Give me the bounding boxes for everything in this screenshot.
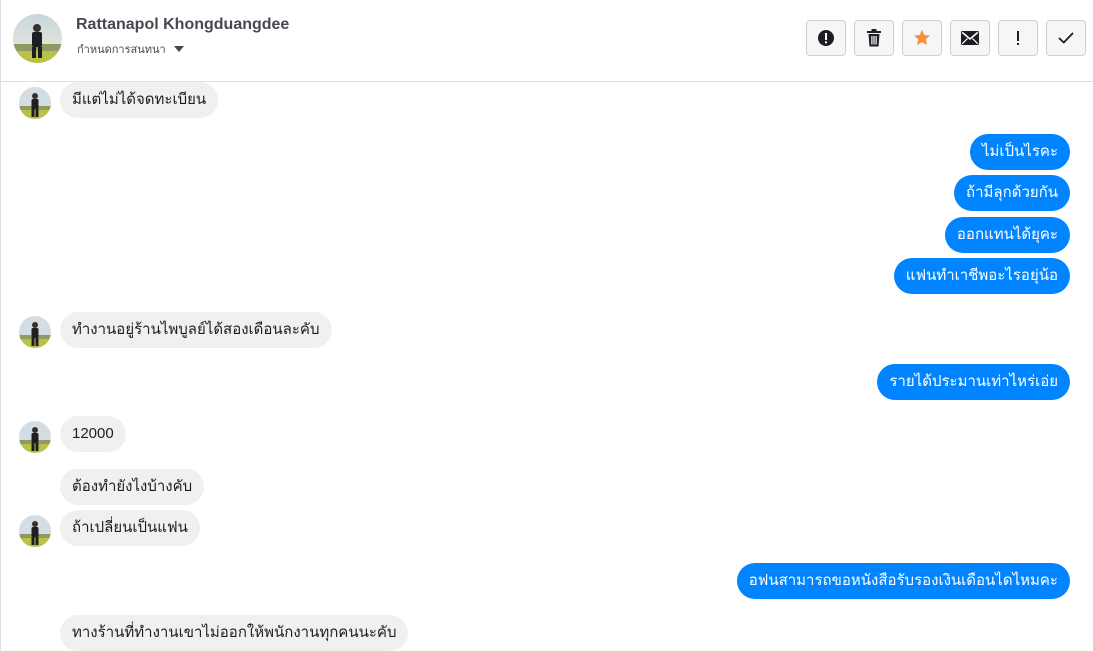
message-bubble-incoming[interactable]: ทางร้านที่ทำงานเขาไม่ออกให้พนักงานทุกคนน…	[60, 615, 409, 651]
caret-down-icon	[173, 46, 184, 52]
exclamation-icon	[1017, 31, 1019, 45]
message-bubble-incoming[interactable]: มีแต่ไม่ได้จดทะเบียน	[60, 82, 219, 118]
conversation-toolbar	[806, 20, 1086, 56]
message-bubble-outgoing[interactable]: ไม่เป็นไรคะ	[969, 134, 1070, 170]
message-bubble-incoming[interactable]: ต้องทำยังไงบ้างคับ	[60, 469, 205, 505]
message-bubble-outgoing[interactable]: อฟนสามารถขอหนังสือรับรองเงินเดือนไดไหมคะ	[736, 563, 1070, 599]
message-bubble-outgoing[interactable]: รายได้ประมานเท่าไหร่เอ่ย	[877, 364, 1070, 400]
envelope-icon	[961, 31, 979, 45]
conversation-header: Rattanapol Khongduangdee กำหนดการสนทนา	[1, 0, 1093, 82]
message-bubble-outgoing[interactable]: ถ้ามีลุกด้วยกัน	[954, 175, 1070, 211]
contact-avatar-small[interactable]	[19, 515, 51, 547]
follow-up-button[interactable]	[998, 20, 1038, 56]
message-bubble-outgoing[interactable]: แฟนทำเาชีพอะไรอยุ่น้อ	[893, 258, 1070, 294]
contact-name[interactable]: Rattanapol Khongduangdee	[76, 16, 289, 34]
spam-button[interactable]	[806, 20, 846, 56]
contact-avatar-small[interactable]	[19, 421, 51, 453]
message-bubble-incoming[interactable]: ถ้าเปลี่ยนเป็นแฟน	[60, 510, 200, 546]
alert-circle-icon	[818, 30, 834, 46]
trash-icon	[867, 29, 881, 47]
mark-unread-button[interactable]	[950, 20, 990, 56]
contact-avatar-small[interactable]	[19, 87, 51, 119]
message-bubble-incoming[interactable]: ทำงานอยู่ร้านไพบูลย์ได้สองเดือนละคับ	[60, 312, 332, 348]
contact-avatar[interactable]	[13, 14, 62, 63]
checkmark-icon	[1058, 32, 1074, 44]
conversation-settings-dropdown[interactable]: กำหนดการสนทนา	[77, 40, 184, 58]
star-button[interactable]	[902, 20, 942, 56]
message-bubble-incoming[interactable]: 12000	[60, 416, 126, 452]
conversation-settings-label: กำหนดการสนทนา	[77, 44, 166, 56]
star-icon	[914, 29, 930, 45]
contact-avatar-small[interactable]	[19, 316, 51, 348]
mark-done-button[interactable]	[1046, 20, 1086, 56]
message-bubble-outgoing[interactable]: ออกแทนได้ยุคะ	[944, 217, 1070, 253]
delete-button[interactable]	[854, 20, 894, 56]
conversation-window: Rattanapol Khongduangdee กำหนดการสนทนา ม…	[0, 0, 1093, 651]
